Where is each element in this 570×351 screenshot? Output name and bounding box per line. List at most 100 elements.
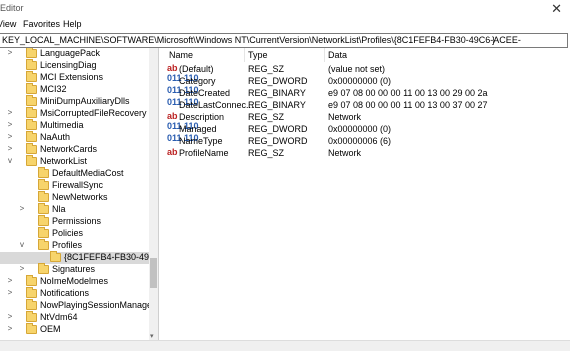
tree-item-label: NoImeModelmes <box>40 276 109 286</box>
tree-item-label: DefaultMediaCost <box>52 168 124 178</box>
tree-item-label: {8C1FEFB4-FB30-49C6-A <box>64 252 159 262</box>
tree-item[interactable]: DefaultMediaCost <box>0 167 149 180</box>
value-data: e9 07 08 00 00 00 11 00 13 00 29 00 2a <box>328 88 488 98</box>
tree-item[interactable]: > NetworkCards <box>0 143 149 156</box>
tree-item[interactable]: Policies <box>0 227 149 240</box>
value-type: REG_BINARY <box>248 88 306 98</box>
scrollbar-thumb[interactable] <box>150 258 157 288</box>
tree-item[interactable]: > Notifications <box>0 287 149 300</box>
expand-arrow-icon[interactable]: > <box>6 132 14 141</box>
tree-item-label: Policies <box>52 228 84 238</box>
column-divider[interactable] <box>244 48 245 62</box>
expand-arrow-icon[interactable]: > <box>6 324 14 333</box>
value-row[interactable]: 011 110 DateCreated REG_BINARY e9 07 08 00 … <box>162 86 570 100</box>
value-row[interactable]: ab Description REG_SZ Network <box>162 112 570 124</box>
tree-item[interactable]: LicensingDiag <box>0 59 149 72</box>
tree-item[interactable]: > NtVdm64 <box>0 311 149 324</box>
tree-item-label: MCI Extensions <box>40 72 104 82</box>
expand-arrow-icon[interactable]: > <box>6 120 14 129</box>
values-list: Name Type Data ab (Default) REG_SZ (value n… <box>162 48 570 340</box>
binary-value-icon: 011 110 <box>167 73 199 83</box>
column-header-name[interactable]: Name <box>169 50 193 60</box>
folder-icon <box>26 155 37 166</box>
value-data: 0x00000000 (0) <box>328 124 392 134</box>
close-icon[interactable]: ✕ <box>551 1 562 17</box>
tree-item[interactable]: > OEM <box>0 323 149 336</box>
string-value-icon: ab <box>167 111 178 121</box>
collapse-arrow-icon[interactable]: v <box>6 156 14 165</box>
binary-value-icon: 011 110 <box>167 133 199 143</box>
expand-arrow-icon[interactable]: > <box>6 276 14 285</box>
tree-item[interactable]: v Profiles <box>0 239 149 252</box>
menu-view[interactable]: View <box>0 19 16 29</box>
collapse-arrow-icon[interactable]: v <box>18 240 26 249</box>
value-row[interactable]: 011 110 NameType REG_DWORD 0x00000006 (6) <box>162 133 570 148</box>
tree-item[interactable]: FirewallSync <box>0 179 149 192</box>
tree-scrollbar[interactable]: ▾ <box>149 48 158 340</box>
menu-favorites[interactable]: Favorites <box>23 19 60 29</box>
tree-item-label: MsiCorruptedFileRecovery <box>40 108 147 118</box>
tree-item[interactable]: > MsiCorruptedFileRecovery <box>0 107 149 120</box>
key-tree: > LanguagePack LicensingDiag MCI Extensions… <box>0 48 159 340</box>
value-row[interactable]: 011 110 Category REG_DWORD 0x00000000 (0) <box>162 73 570 88</box>
column-divider[interactable] <box>324 48 325 62</box>
tree-item[interactable]: MiniDumpAuxiliaryDlls <box>0 95 149 108</box>
folder-icon <box>38 227 49 238</box>
tree-item[interactable]: Permissions <box>0 215 149 228</box>
expand-arrow-icon[interactable]: > <box>18 264 26 273</box>
folder-icon <box>26 119 37 130</box>
value-row[interactable]: 011 110 Managed REG_DWORD 0x00000000 (0) <box>162 122 570 136</box>
column-header-type[interactable]: Type <box>248 50 268 60</box>
tree-item[interactable]: > Multimedia <box>0 119 149 132</box>
value-row[interactable]: ab ProfileName REG_SZ Network <box>162 148 570 160</box>
window-title: Editor <box>0 3 24 13</box>
tree-item[interactable]: NowPlayingSessionManager <box>0 299 155 312</box>
value-type: REG_DWORD <box>248 136 308 146</box>
value-name: ProfileName <box>179 148 229 158</box>
folder-icon <box>26 299 37 310</box>
tree-item[interactable]: > Signatures <box>0 263 149 276</box>
menu-bar: View Favorites Help <box>0 18 570 32</box>
folder-icon <box>26 48 37 58</box>
menu-help[interactable]: Help <box>63 19 82 29</box>
value-type: REG_SZ <box>248 64 285 74</box>
value-row[interactable]: 011 110 DateLastConnec... REG_BINARY e9 07 … <box>162 98 570 112</box>
folder-icon <box>38 167 49 178</box>
tree-item-label: Signatures <box>52 264 96 274</box>
folder-icon <box>26 311 37 322</box>
folder-icon <box>38 263 49 274</box>
tree-item[interactable]: v NetworkList <box>0 155 149 168</box>
tree-item-label: NtVdm64 <box>40 312 78 322</box>
expand-arrow-icon[interactable]: > <box>6 312 14 321</box>
tree-item[interactable]: > NoImeModelmes <box>0 275 149 288</box>
tree-item[interactable]: MCI Extensions <box>0 71 149 84</box>
tree-item-label: Nla <box>52 204 66 214</box>
expand-arrow-icon[interactable]: > <box>6 288 14 297</box>
value-row[interactable]: ab (Default) REG_SZ (value not set) <box>162 64 570 76</box>
tree-item[interactable]: MCI32 <box>0 83 149 96</box>
tree-item[interactable]: > Nla <box>0 203 149 216</box>
tree-item[interactable]: > NaAuth <box>0 131 149 144</box>
tree-item-label: LicensingDiag <box>40 60 97 70</box>
column-header-data[interactable]: Data <box>328 50 347 60</box>
status-bar <box>0 340 570 351</box>
address-path-end: } <box>492 35 496 45</box>
expand-arrow-icon[interactable]: > <box>18 204 26 213</box>
address-bar[interactable]: KEY_LOCAL_MACHINE\SOFTWARE\Microsoft\Win… <box>0 33 568 48</box>
tree-item[interactable]: {8C1FEFB4-FB30-49C6-A <box>0 251 158 264</box>
folder-icon <box>26 83 37 94</box>
tree-item-label: NetworkList <box>40 156 88 166</box>
expand-arrow-icon[interactable]: > <box>6 108 14 117</box>
tree-item[interactable]: > LanguagePack <box>0 48 149 60</box>
expand-arrow-icon[interactable]: > <box>6 48 14 57</box>
tree-item-label: Permissions <box>52 216 102 226</box>
folder-icon <box>50 251 61 262</box>
expand-arrow-icon[interactable]: > <box>6 144 14 153</box>
value-type: REG_SZ <box>248 148 285 158</box>
value-type: REG_DWORD <box>248 76 308 86</box>
tree-item[interactable]: NewNetworks <box>0 191 149 204</box>
value-name: NameType <box>179 136 223 146</box>
scroll-down-icon[interactable]: ▾ <box>150 332 154 340</box>
value-type: REG_DWORD <box>248 124 308 134</box>
folder-icon <box>26 287 37 298</box>
